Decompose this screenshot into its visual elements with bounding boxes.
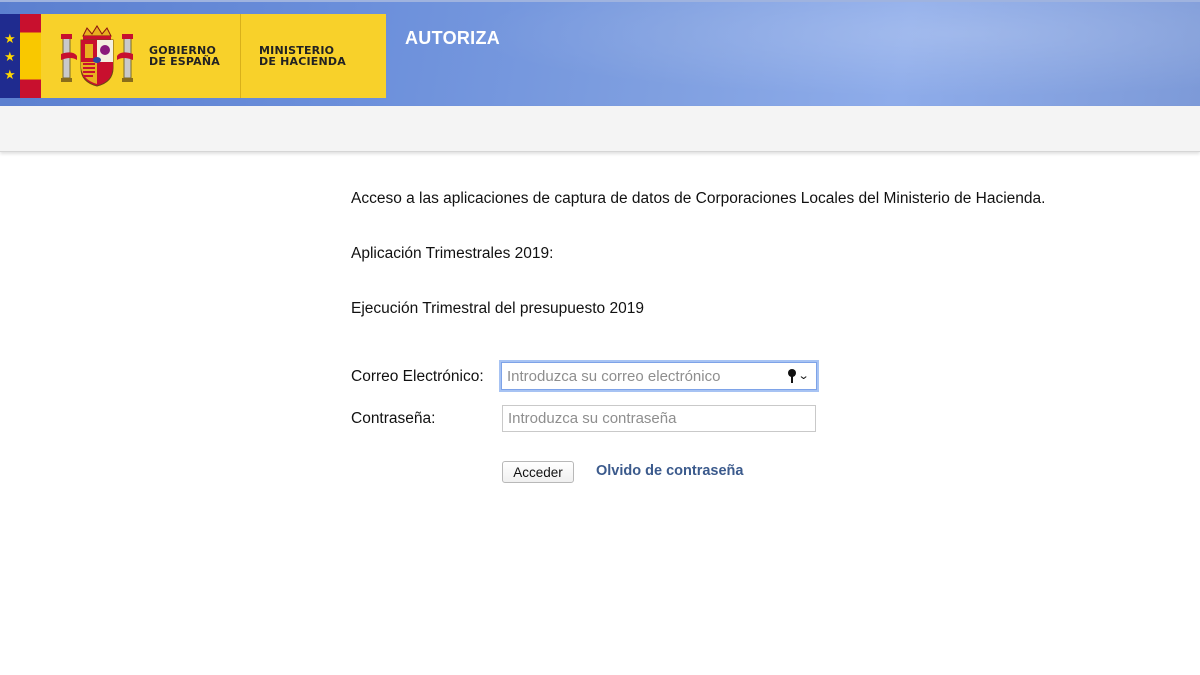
email-field[interactable] <box>501 362 817 390</box>
submit-button[interactable]: Acceder <box>502 461 574 483</box>
password-label: Contraseña: <box>351 410 436 427</box>
header-background-shine <box>380 2 1200 106</box>
forgot-password-link[interactable]: Olvido de contraseña <box>596 463 743 479</box>
chevron-down-icon: ⌄ <box>797 369 810 382</box>
star-icon: ★ <box>4 49 16 64</box>
key-icon <box>787 369 797 383</box>
intro-text: Acceso a las aplicaciones de captura de … <box>351 190 1046 207</box>
ministry-name: MINISTERIO DE HACIENDA <box>259 45 346 67</box>
government-line-2: DE ESPAÑA <box>149 55 220 68</box>
eu-flag-strip: ★ ★ ★ <box>0 14 20 98</box>
password-field[interactable] <box>502 405 816 432</box>
logo-divider <box>240 14 241 98</box>
execution-text: Ejecución Trimestral del presupuesto 201… <box>351 300 644 317</box>
government-name: GOBIERNO DE ESPAÑA <box>149 45 220 67</box>
password-manager-autofill[interactable]: ⌄ <box>787 368 813 384</box>
ministry-line-2: DE HACIENDA <box>259 55 346 68</box>
application-text: Aplicación Trimestrales 2019: <box>351 245 554 262</box>
government-logo-panel: GOBIERNO DE ESPAÑA MINISTERIO DE HACIEND… <box>41 14 386 98</box>
app-title: AUTORIZA <box>405 28 501 48</box>
spain-flag-strip <box>20 14 41 98</box>
email-label: Correo Electrónico: <box>351 368 484 385</box>
star-icon: ★ <box>4 31 16 46</box>
star-icon: ★ <box>4 67 16 82</box>
site-header: ★ ★ ★ GOBIERNO DE ESPAÑA MINISTERIO DE H… <box>0 0 1200 106</box>
coat-of-arms-icon <box>61 25 133 87</box>
toolbar-strip <box>0 106 1200 152</box>
